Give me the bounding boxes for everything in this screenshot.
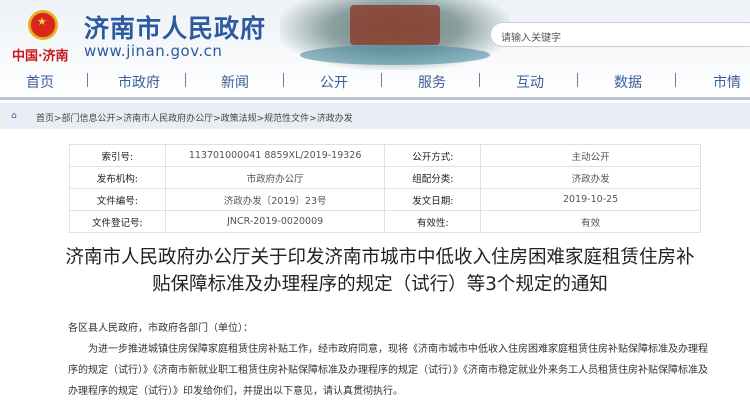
site-url: www.jinan.gov.cn: [84, 42, 223, 60]
body-paragraph: 为进一步推进城镇住房保障家庭租赁住房补贴工作，经市政府同意，现将《济南市城市中低…: [68, 344, 708, 397]
site-header: ★ 中国·济南 济南市人民政府 www.jinan.gov.cn 请输入关键字 …: [0, 0, 750, 100]
header-scenery-image: [280, 0, 510, 70]
document-title: 济南市人民政府办公厅关于印发济南市城市中低收入住房困难家庭租赁住房补贴保障标准及…: [65, 247, 695, 295]
salutation: 各区县人民政府，市政府各部门（单位）：: [68, 323, 253, 334]
national-emblem-icon: ★: [28, 10, 58, 40]
nav-government[interactable]: 市政府: [118, 72, 160, 92]
city-logo: 中国·济南: [12, 49, 69, 64]
meta-label: 文件登记号:: [69, 210, 166, 233]
nav-divider: [381, 73, 382, 87]
meta-label: 索引号:: [69, 144, 166, 167]
breadcrumb: ⌂ 首页>部门信息公开>济南市人民政府办公厅>政策法规>规范性文件>济政办发: [0, 103, 750, 129]
site-title[interactable]: 济南市人民政府: [84, 9, 266, 45]
home-icon[interactable]: ⌂: [11, 111, 17, 121]
document-meta-table: 索引号: 113701000041 8859XL/2019-19326 公开方式: 主…: [69, 144, 701, 233]
search-input[interactable]: 请输入关键字: [490, 22, 750, 47]
meta-value: 113701000041 8859XL/2019-19326: [164, 144, 386, 167]
nav-divider: [675, 73, 676, 87]
nav-news[interactable]: 新闻: [221, 72, 249, 92]
meta-row: 文件编号: 济政办发〔2019〕23号 发文日期: 2019-10-25: [69, 188, 701, 211]
meta-label: 文件编号:: [69, 188, 166, 211]
document-body: 各区县人民政府，市政府各部门（单位）： 为进一步推进城镇住房保障家庭租赁住房补贴…: [68, 318, 708, 402]
meta-label: 组配分类:: [384, 166, 482, 189]
nav-divider: [185, 73, 186, 87]
breadcrumb-path[interactable]: 首页>部门信息公开>济南市人民政府办公厅>政策法规>规范性文件>济政办发: [36, 114, 353, 124]
meta-value: 市政府办公厅: [164, 166, 386, 189]
meta-value: 济政办发〔2019〕23号: [164, 188, 386, 211]
meta-row: 索引号: 113701000041 8859XL/2019-19326 公开方式: 主…: [69, 144, 701, 167]
meta-value: 有效: [480, 210, 701, 233]
meta-row: 文件登记号: JNCR-2019-0020009 有效性: 有效: [69, 210, 701, 233]
nav-public[interactable]: 公开: [320, 72, 348, 92]
meta-value: 济政办发: [480, 166, 701, 189]
meta-label: 有效性:: [384, 210, 482, 233]
meta-row: 发布机构: 市政府办公厅 组配分类: 济政办发: [69, 166, 701, 189]
nav-city-info[interactable]: 市情: [713, 72, 741, 92]
nav-divider: [87, 73, 88, 87]
meta-value: 2019-10-25: [480, 188, 701, 211]
meta-label: 发文日期:: [384, 188, 482, 211]
nav-divider: [283, 73, 284, 87]
nav-data[interactable]: 数据: [614, 72, 642, 92]
nav-services[interactable]: 服务: [418, 72, 446, 92]
meta-label: 发布机构:: [69, 166, 166, 189]
nav-divider: [479, 73, 480, 87]
main-nav: 首页 市政府 新闻 公开 服务 互动 数据 市情: [0, 70, 750, 92]
meta-value: 主动公开: [480, 144, 701, 167]
nav-home[interactable]: 首页: [26, 72, 54, 92]
meta-value: JNCR-2019-0020009: [164, 210, 386, 233]
meta-label: 公开方式:: [384, 144, 482, 167]
nav-interact[interactable]: 互动: [516, 72, 544, 92]
nav-divider: [577, 73, 578, 87]
